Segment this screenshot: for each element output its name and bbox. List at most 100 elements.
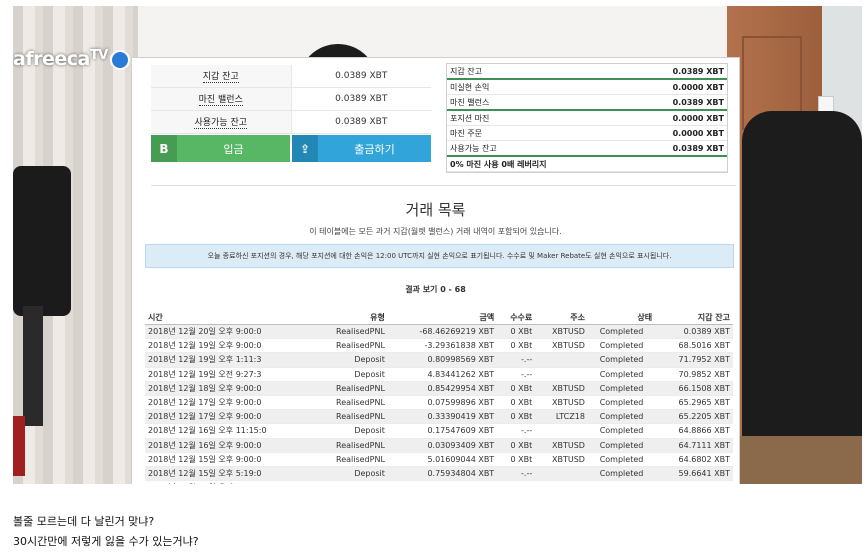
cell-amount: 4.83441262 XBT	[387, 367, 498, 382]
column-header-address[interactable]: 주소	[535, 310, 588, 325]
cell-status: Completed	[587, 352, 656, 368]
cell-fee: 0 XBt	[497, 409, 536, 425]
cell-time: 2018년 12월 17일 오후 9:00:0	[145, 409, 314, 425]
info-notice: 오늘 종료하신 포지션의 경우, 해당 포지션에 대한 손익은 12:00 UT…	[145, 244, 734, 268]
cell-address: XBTUSD	[535, 395, 588, 411]
gaming-chair	[742, 111, 862, 441]
cell-status: Completed	[587, 423, 656, 439]
column-header-amount[interactable]: 금액	[387, 310, 498, 325]
summary-label: 마진 밸런스	[450, 97, 490, 107]
cell-amount: 0.03093409 XBT	[387, 438, 498, 453]
margin-balance-value: 0.0389 XBT	[290, 88, 431, 110]
summary-label: 미실현 손익	[450, 82, 490, 92]
cell-time: 2018년 12월 18일 오후 9:00:0	[145, 381, 314, 396]
margin-balance-label[interactable]: 마진 밸런스	[198, 92, 243, 106]
cell-amount: 0.33390419 XBT	[387, 409, 498, 425]
cell-type: RealisedPNL	[313, 395, 388, 411]
cell-status: Completed	[587, 381, 656, 396]
table-row: 2018년 12월 16일 오후 11:15:0 Deposit 0.1754760…	[145, 423, 733, 439]
table-row: 2018년 12월 15일 오후 9:00:0 RealisedPNL 5.0160…	[145, 452, 733, 467]
cell-status: Completed	[587, 395, 656, 411]
cell-fee: 0 XBt	[497, 381, 536, 396]
column-header-status[interactable]: 상태	[587, 310, 656, 325]
cell-address: LTCZ18	[535, 409, 588, 425]
cell-status: Completed	[587, 409, 656, 425]
cell-wallet-balance: 58.9048 XBT	[655, 480, 733, 484]
cell-wallet-balance: 0.0389 XBT	[655, 324, 733, 340]
cell-type: Deposit	[313, 423, 388, 439]
logo-text: afreeca	[13, 48, 90, 70]
table-row: 2018년 12월 19일 오전 9:27:3 Deposit 4.83441262…	[145, 367, 733, 382]
cell-status: Completed	[587, 466, 656, 482]
cell-address: XBTUSD	[535, 381, 588, 396]
table-row: 2018년 12월 18일 오후 9:00:0 RealisedPNL 0.8542…	[145, 381, 733, 396]
table-row: 2018년 12월 20일 오후 9:00:0 RealisedPNL -68.46…	[145, 324, 733, 340]
summary-value: 0.0000 XBT	[672, 113, 724, 123]
cell-amount: 0.75934804 XBT	[387, 466, 498, 482]
cell-fee: -.--	[497, 423, 536, 439]
cell-type: RealisedPNL	[313, 338, 388, 354]
caption-line-1: 볼줄 모르는데 다 날린거 맞냐?	[13, 515, 155, 528]
margin-summary-row: 마진 밸런스 0.0389 XBT	[447, 95, 727, 111]
cell-time: 2018년 12월 17일 오후 9:00:0	[145, 395, 314, 411]
summary-label: 사용가능 잔고	[450, 143, 497, 153]
cell-time: 2018년 12월 15일 오전 9:10:4	[145, 480, 314, 484]
bitcoin-icon: B	[151, 135, 177, 162]
summary-value: 0.0000 XBT	[672, 82, 724, 92]
monitor-screen: 지갑 잔고 0.0389 XBT 마진 밸런스 0.0389 XBT 사용가능 …	[132, 58, 739, 484]
cell-type: RealisedPNL	[313, 381, 388, 396]
balance-row: 마진 밸런스 0.0389 XBT	[151, 88, 431, 111]
cell-address	[535, 352, 588, 368]
cell-status: Completed	[587, 452, 656, 467]
cell-wallet-balance: 64.8866 XBT	[655, 423, 733, 439]
column-header-time[interactable]: 시간	[145, 310, 314, 325]
cell-status: Completed	[587, 367, 656, 382]
margin-summary: 지갑 잔고 0.0389 XBT 미실현 손익 0.0000 XBT 마진 밸런…	[446, 63, 728, 173]
afreecatv-logo: afreecaTV	[13, 48, 130, 70]
deposit-button[interactable]: B 입금	[151, 135, 290, 162]
cell-fee: -.--	[497, 480, 536, 484]
table-row: 2018년 12월 17일 오후 9:00:0 RealisedPNL 0.3339…	[145, 409, 733, 425]
wallet-balance-label[interactable]: 지갑 잔고	[202, 69, 239, 83]
cell-amount: -3.29361838 XBT	[387, 338, 498, 354]
cell-address	[535, 367, 588, 382]
summary-label: 지갑 잔고	[450, 66, 482, 76]
microphone-arm	[23, 306, 43, 426]
cell-address: XBTUSD	[535, 438, 588, 453]
column-header-wallet-balance[interactable]: 지갑 잔고	[655, 310, 733, 325]
cell-wallet-balance: 68.5016 XBT	[655, 338, 733, 354]
logo-tv-text: TV	[89, 48, 108, 63]
cell-status: Completed	[587, 438, 656, 453]
cell-fee: 0 XBt	[497, 324, 536, 340]
wallet-balance-value: 0.0389 XBT	[290, 65, 431, 87]
margin-summary-row: 지갑 잔고 0.0389 XBT	[447, 64, 727, 80]
balance-summary: 지갑 잔고 0.0389 XBT 마진 밸런스 0.0389 XBT 사용가능 …	[151, 65, 431, 162]
column-header-fee[interactable]: 수수료	[497, 310, 536, 325]
stream-frame: afreecaTV 지갑 잔고 0.0389 XBT 마진 밸런스 0.0389…	[13, 6, 862, 484]
cell-amount: 5.01609044 XBT	[387, 452, 498, 467]
cell-fee: 0 XBt	[497, 438, 536, 453]
cell-type: RealisedPNL	[313, 324, 388, 340]
cell-fee: -.--	[497, 466, 536, 482]
available-balance-label[interactable]: 사용가능 잔고	[194, 115, 248, 129]
margin-summary-row: 미실현 손익 0.0000 XBT	[447, 80, 727, 95]
cell-fee: 0 XBt	[497, 338, 536, 354]
cell-wallet-balance: 70.9852 XBT	[655, 367, 733, 382]
cell-status: Completed	[587, 480, 656, 484]
cell-address	[535, 480, 588, 484]
cell-time: 2018년 12월 16일 오후 11:15:0	[145, 423, 314, 439]
caption-line-2: 30시간만에 저렇게 잃을 수가 있는거냐?	[13, 535, 199, 548]
summary-label: 포지션 마진	[450, 113, 490, 123]
results-count: 결과 보기 0 - 68	[405, 285, 466, 294]
summary-value: 0.0389 XBT	[672, 143, 724, 153]
cell-time: 2018년 12월 16일 오후 9:00:0	[145, 438, 314, 453]
withdraw-button[interactable]: ⇪ 출금하기	[292, 135, 431, 162]
cell-type: Deposit	[313, 480, 388, 484]
cell-time: 2018년 12월 20일 오후 9:00:0	[145, 324, 314, 340]
cell-time: 2018년 12월 19일 오후 1:11:3	[145, 352, 314, 368]
table-row: 2018년 12월 15일 오전 9:10:4Deposit4.90864195…	[145, 480, 733, 484]
cell-fee: -.--	[497, 352, 536, 368]
cell-amount: 0.85429954 XBT	[387, 381, 498, 396]
cell-amount: 0.07599896 XBT	[387, 395, 498, 411]
column-header-type[interactable]: 유형	[313, 310, 388, 325]
